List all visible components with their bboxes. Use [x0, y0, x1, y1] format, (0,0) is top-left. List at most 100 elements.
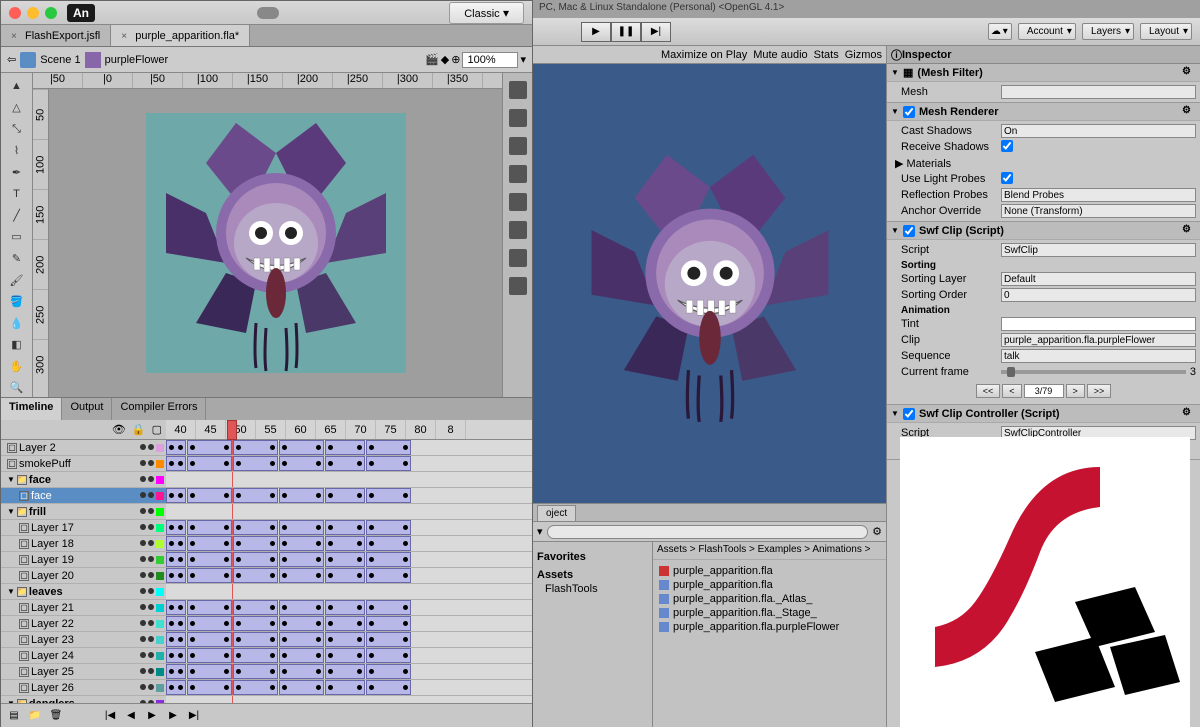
- project-breadcrumb[interactable]: Assets > FlashTools > Examples > Animati…: [653, 542, 886, 560]
- expand-icon[interactable]: ▼: [891, 226, 899, 235]
- layer-row[interactable]: ▢ Layer 21: [1, 600, 532, 616]
- layer-row[interactable]: ▢ Layer 19: [1, 552, 532, 568]
- tree-flashtools[interactable]: FlashTools: [537, 582, 648, 596]
- panel-icon[interactable]: [509, 137, 527, 155]
- tab-output[interactable]: Output: [62, 398, 112, 420]
- layer-row[interactable]: ▼📁 danglers: [1, 696, 532, 703]
- project-file-item[interactable]: purple_apparition.fla: [657, 578, 882, 592]
- component-enabled-checkbox[interactable]: [903, 408, 915, 420]
- component-enabled-checkbox[interactable]: [903, 225, 915, 237]
- close-icon[interactable]: ×: [11, 31, 21, 41]
- layer-name[interactable]: ▼📁 danglers: [1, 696, 166, 703]
- layer-row[interactable]: ▢ Layer 25: [1, 664, 532, 680]
- project-file-item[interactable]: purple_apparition.fla._Stage_: [657, 606, 882, 620]
- zoom-dropdown-icon[interactable]: ▾: [520, 53, 526, 66]
- project-file-item[interactable]: purple_apparition.fla.purpleFlower: [657, 620, 882, 634]
- layer-frames[interactable]: [166, 600, 532, 615]
- zoom-tool-icon[interactable]: 🔍: [5, 378, 29, 397]
- filter-icon[interactable]: ⚙: [872, 525, 882, 538]
- component-header[interactable]: ▼ Swf Clip Controller (Script) ⚙: [887, 405, 1200, 423]
- layers-list[interactable]: ▢ Layer 2▢ smokePuff▼📁 face▢ face▼📁 fril…: [1, 440, 532, 703]
- project-search-input[interactable]: [547, 525, 869, 539]
- layer-name[interactable]: ▢ smokePuff: [1, 456, 166, 471]
- cloud-button[interactable]: ☁: [988, 23, 1012, 40]
- layer-frames[interactable]: [166, 552, 532, 567]
- current-frame-slider[interactable]: [1001, 370, 1186, 374]
- layer-frames[interactable]: [166, 440, 532, 455]
- tab-timeline[interactable]: Timeline: [1, 398, 62, 420]
- layer-row[interactable]: ▢ face: [1, 488, 532, 504]
- maximize-on-play-toggle[interactable]: Maximize on Play: [661, 49, 747, 61]
- layer-row[interactable]: ▢ Layer 23: [1, 632, 532, 648]
- layer-frames[interactable]: [166, 584, 532, 599]
- close-icon[interactable]: ×: [121, 31, 131, 41]
- gear-icon[interactable]: ⚙: [1182, 224, 1196, 238]
- layer-row[interactable]: ▼📁 frill: [1, 504, 532, 520]
- layer-name[interactable]: ▢ Layer 21: [1, 600, 166, 615]
- layer-frames[interactable]: [166, 456, 532, 471]
- free-transform-tool-icon[interactable]: ⤡: [5, 120, 29, 139]
- prev-frame-button[interactable]: ◀: [122, 707, 140, 725]
- clip-field[interactable]: [1001, 333, 1196, 347]
- layer-frames[interactable]: [166, 616, 532, 631]
- layer-row[interactable]: ▢ Layer 22: [1, 616, 532, 632]
- fit-icon[interactable]: ⊕: [451, 53, 460, 66]
- sorting-layer-select[interactable]: [1001, 272, 1196, 286]
- layer-row[interactable]: ▼📁 leaves: [1, 584, 532, 600]
- panel-icon[interactable]: [509, 249, 527, 267]
- tab-compiler-errors[interactable]: Compiler Errors: [112, 398, 206, 420]
- layer-frames[interactable]: [166, 504, 532, 519]
- layer-name[interactable]: ▢ Layer 26: [1, 680, 166, 695]
- lock-icon[interactable]: 🔒: [132, 423, 146, 436]
- hand-tool-icon[interactable]: ✋: [5, 357, 29, 376]
- workspace-dropdown[interactable]: Classic ▾: [449, 2, 524, 24]
- project-file-item[interactable]: purple_apparition.fla: [657, 564, 882, 578]
- close-window-button[interactable]: [9, 7, 21, 19]
- tree-assets[interactable]: Assets: [537, 568, 648, 582]
- materials-expand[interactable]: ▶ Materials: [891, 157, 1001, 170]
- scene-name[interactable]: Scene 1: [40, 54, 80, 66]
- brush-tool-icon[interactable]: 🖌: [5, 271, 29, 290]
- first-frame-button[interactable]: <<: [976, 384, 1001, 398]
- selection-tool-icon[interactable]: ▲: [5, 77, 29, 96]
- panel-icon[interactable]: [509, 277, 527, 295]
- component-header[interactable]: ▼ Swf Clip (Script) ⚙: [887, 222, 1200, 240]
- expand-icon[interactable]: ▼: [891, 107, 899, 116]
- frame-ruler[interactable]: 40 45 50 55 60 65 70 75 80 8: [166, 420, 532, 439]
- maximize-window-button[interactable]: [45, 7, 57, 19]
- panel-icon[interactable]: [509, 165, 527, 183]
- expand-icon[interactable]: ▼: [891, 409, 899, 418]
- account-dropdown[interactable]: Account: [1018, 23, 1076, 40]
- layer-frames[interactable]: [166, 696, 532, 703]
- eyedropper-tool-icon[interactable]: 💧: [5, 314, 29, 333]
- layer-row[interactable]: ▢ Layer 2: [1, 440, 532, 456]
- outline-icon[interactable]: ▢: [152, 423, 162, 436]
- lasso-tool-icon[interactable]: ⌇: [5, 142, 29, 161]
- project-tree[interactable]: Favorites Assets FlashTools: [533, 542, 653, 727]
- project-tab[interactable]: oject: [537, 505, 576, 521]
- step-button[interactable]: ▶|: [641, 22, 671, 42]
- layer-name[interactable]: ▼📁 leaves: [1, 584, 166, 599]
- play-button[interactable]: ▶: [143, 707, 161, 725]
- extension-toggle-icon[interactable]: [257, 7, 279, 19]
- script-field[interactable]: [1001, 243, 1196, 257]
- paint-bucket-tool-icon[interactable]: 🪣: [5, 292, 29, 311]
- layer-frames[interactable]: [166, 488, 532, 503]
- layer-frames[interactable]: [166, 536, 532, 551]
- pencil-tool-icon[interactable]: ✎: [5, 249, 29, 268]
- last-frame-button[interactable]: ▶|: [185, 707, 203, 725]
- edit-scene-icon[interactable]: 🎬: [425, 53, 439, 66]
- subselection-tool-icon[interactable]: △: [5, 99, 29, 118]
- game-view[interactable]: [533, 64, 886, 503]
- panel-icon[interactable]: [509, 221, 527, 239]
- layer-name[interactable]: ▢ Layer 23: [1, 632, 166, 647]
- layer-name[interactable]: ▼📁 frill: [1, 504, 166, 519]
- layer-name[interactable]: ▼📁 face: [1, 472, 166, 487]
- frame-counter-field[interactable]: [1024, 384, 1064, 398]
- layer-frames[interactable]: [166, 648, 532, 663]
- panel-icon[interactable]: [509, 81, 527, 99]
- layer-name[interactable]: ▢ Layer 24: [1, 648, 166, 663]
- layer-name[interactable]: ▢ Layer 17: [1, 520, 166, 535]
- sorting-order-field[interactable]: [1001, 288, 1196, 302]
- edit-symbol-icon[interactable]: ◆: [441, 53, 449, 66]
